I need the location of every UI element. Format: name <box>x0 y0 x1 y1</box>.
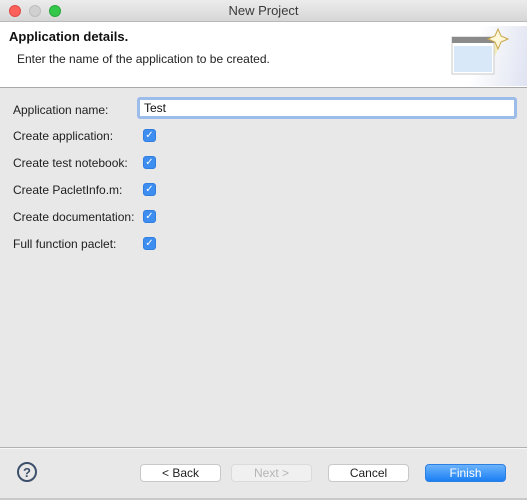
create-pacletinfo-checkbox[interactable]: ✓ <box>143 183 156 196</box>
create-test-notebook-checkbox[interactable]: ✓ <box>143 156 156 169</box>
create-test-notebook-label: Create test notebook: <box>13 156 128 170</box>
new-window-wizard-icon <box>440 26 527 86</box>
window-title: New Project <box>228 3 299 18</box>
create-pacletinfo-label: Create PacletInfo.m: <box>13 183 123 197</box>
next-button[interactable]: Next > <box>231 464 312 482</box>
create-application-label: Create application: <box>13 129 114 143</box>
finish-button[interactable]: Finish <box>425 464 506 482</box>
title-bar: New Project <box>0 0 527 22</box>
create-documentation-checkbox[interactable]: ✓ <box>143 210 156 223</box>
back-button[interactable]: < Back <box>140 464 221 482</box>
create-documentation-label: Create documentation: <box>13 210 135 224</box>
full-function-paclet-checkbox[interactable]: ✓ <box>143 237 156 250</box>
application-name-label: Application name: <box>13 103 109 117</box>
page-description: Enter the name of the application to be … <box>17 52 270 66</box>
create-application-checkbox[interactable]: ✓ <box>143 129 156 142</box>
full-function-paclet-label: Full function paclet: <box>13 237 117 251</box>
wizard-header: Application details. Enter the name of t… <box>0 22 527 88</box>
cancel-button[interactable]: Cancel <box>328 464 409 482</box>
application-name-input[interactable] <box>137 97 517 119</box>
footer-divider <box>0 447 527 449</box>
page-title: Application details. <box>9 29 129 44</box>
help-icon[interactable]: ? <box>17 462 37 482</box>
